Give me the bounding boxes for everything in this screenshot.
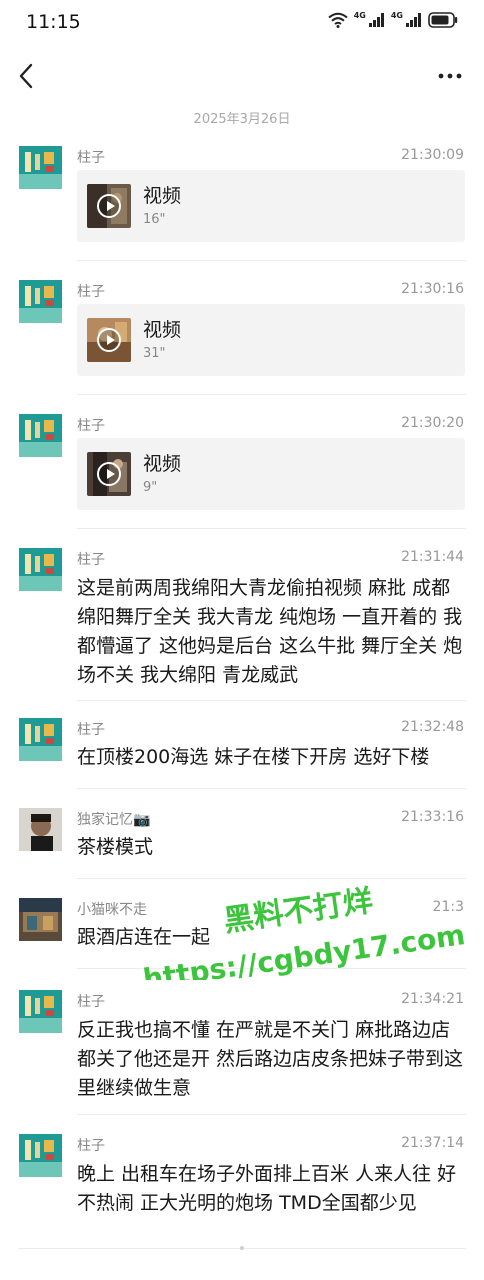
video-title: 视频 (143, 185, 182, 207)
message-time: 21:3 (432, 899, 464, 915)
message-text: 反正我也搞不懂 在严就是不关门 麻批路边店都关了他还是开 然后路边店皮条把妹子带… (77, 1019, 464, 1099)
message-item: 柱子 21:34:21 反正我也搞不懂 在严就是不关门 麻批路边店都关了他还是开… (0, 990, 484, 1115)
sender-name: 独家记忆📷 (77, 812, 151, 828)
sender-name: 小猫咪不走 (77, 902, 147, 918)
video-title: 视频 (143, 453, 182, 475)
sender-name: 柱子 (77, 994, 105, 1010)
divider (77, 878, 466, 879)
message-time: 21:32:48 (401, 719, 464, 735)
play-icon (97, 462, 121, 486)
avatar[interactable] (19, 414, 62, 457)
more-button[interactable] (434, 64, 466, 88)
message-item: 小猫咪不走 21:3 跟酒店连在一起 (0, 898, 484, 969)
divider (77, 260, 466, 261)
message-time: 21:37:14 (401, 1135, 464, 1151)
sender-name: 柱子 (77, 418, 105, 434)
network-label-2: 4G (390, 10, 403, 20)
sender-name: 柱子 (77, 284, 105, 300)
message-item: 柱子 21:30:09 视频 16" (0, 146, 484, 261)
message-text: 茶楼模式 (77, 836, 154, 858)
message-item: 柱子 21:37:14 晚上 出租车在场子外面排上百米 人来人往 好不热闹 正大… (0, 1134, 484, 1234)
divider (77, 394, 466, 395)
avatar[interactable] (19, 898, 62, 941)
avatar[interactable] (19, 548, 62, 591)
sender-name: 柱子 (77, 150, 105, 166)
battery-icon (428, 12, 458, 28)
video-title: 视频 (143, 319, 182, 341)
back-button[interactable] (12, 60, 40, 92)
signal-icon-2 (406, 13, 421, 27)
avatar[interactable] (19, 146, 62, 189)
message-item: 柱子 21:31:44 这是前两周我绵阳大青龙偷拍视频 麻批 成都 绵阳舞厅全关… (0, 548, 484, 701)
sender-name: 柱子 (77, 1138, 105, 1154)
divider (77, 528, 466, 529)
video-duration: 31" (143, 346, 166, 361)
date-separator: 2025年3月26日 (193, 112, 291, 127)
avatar[interactable] (19, 280, 62, 323)
message-time: 21:30:20 (401, 415, 464, 431)
wifi-icon (328, 12, 348, 28)
video-message-card[interactable]: 视频 16" (77, 170, 465, 242)
video-duration: 16" (143, 212, 166, 227)
scroll-dot (240, 1246, 244, 1250)
video-thumbnail (87, 184, 131, 228)
message-item: 柱子 21:30:16 视频 31" (0, 280, 484, 395)
play-icon (97, 328, 121, 352)
video-thumbnail (87, 452, 131, 496)
message-text: 这是前两周我绵阳大青龙偷拍视频 麻批 成都 绵阳舞厅全关 我大青龙 纯炮场 一直… (77, 577, 463, 686)
sender-name: 柱子 (77, 722, 105, 738)
status-time: 11:15 (26, 11, 81, 33)
status-bar: 11:15 4G 4G (0, 0, 484, 46)
avatar[interactable] (19, 808, 62, 851)
message-text: 在顶楼200海选 妹子在楼下开房 选好下楼 (77, 746, 430, 768)
message-time: 21:30:16 (401, 281, 464, 297)
status-icons: 4G 4G (328, 10, 458, 28)
message-item: 柱子 21:30:20 视频 9" (0, 414, 484, 529)
message-time: 21:30:09 (401, 147, 464, 163)
divider (77, 968, 466, 969)
message-time: 21:33:16 (401, 809, 464, 825)
signal-icon (368, 13, 384, 27)
video-thumbnail (87, 318, 131, 362)
video-duration: 9" (143, 480, 158, 495)
divider (77, 788, 466, 789)
message-item: 独家记忆📷 21:33:16 茶楼模式 (0, 808, 484, 879)
message-text: 晚上 出租车在场子外面排上百米 人来人往 好不热闹 正大光明的炮场 TMD全国都… (77, 1163, 457, 1214)
message-item: 柱子 21:32:48 在顶楼200海选 妹子在楼下开房 选好下楼 (0, 718, 484, 789)
message-time: 21:34:21 (401, 991, 464, 1007)
sender-name: 柱子 (77, 552, 105, 568)
message-text: 跟酒店连在一起 (77, 926, 211, 948)
avatar[interactable] (19, 990, 62, 1033)
message-time: 21:31:44 (401, 549, 464, 565)
avatar[interactable] (19, 718, 62, 761)
more-dots-icon (438, 73, 462, 79)
nav-bar (0, 52, 484, 100)
video-message-card[interactable]: 视频 31" (77, 304, 465, 376)
avatar[interactable] (19, 1134, 62, 1177)
play-icon (97, 194, 121, 218)
chevron-left-icon (19, 63, 33, 89)
divider (77, 1114, 466, 1115)
divider (77, 700, 466, 701)
video-message-card[interactable]: 视频 9" (77, 438, 465, 510)
network-label-1: 4G (353, 10, 366, 20)
